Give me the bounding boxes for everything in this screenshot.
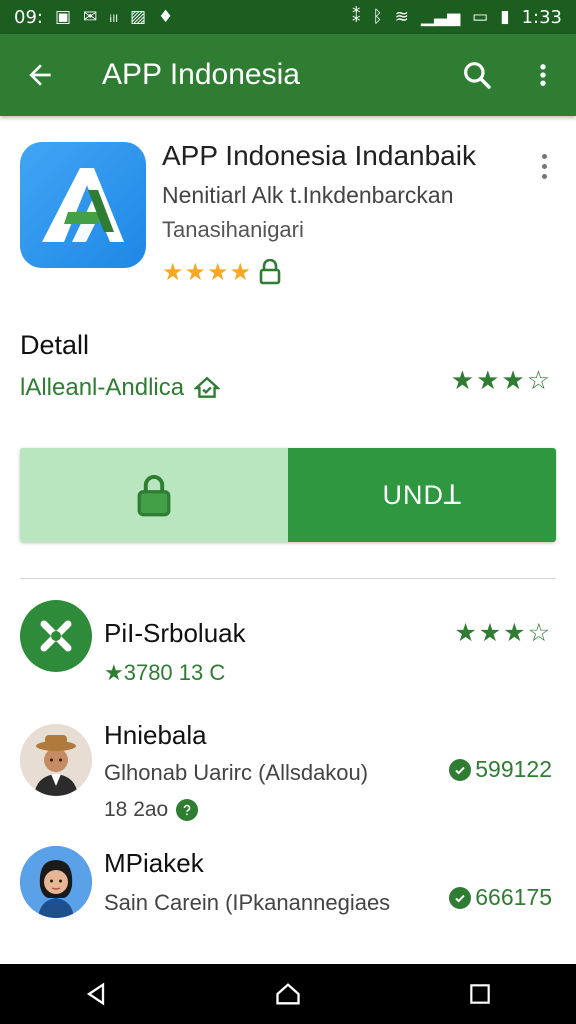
app-developer: Nenitiarl Alk t.Inkdenbarckan — [162, 182, 454, 208]
x-logo-icon — [20, 600, 92, 672]
status-right: ⁑ ᛒ ≋ ▁▃▅ ▭ ▮ 1:33 — [352, 7, 562, 28]
nav-recents-icon — [470, 984, 490, 1004]
nav-home-icon — [276, 983, 300, 1005]
bluetooth-icon: ᛒ — [372, 7, 383, 27]
app-header: APP Indonesia Indanbaik Nenitiarl Alk t.… — [0, 116, 576, 316]
nav-back-button[interactable] — [61, 964, 131, 1024]
list-item-title: Hniebala — [104, 720, 207, 750]
more-options-button[interactable] — [510, 34, 576, 116]
signal-icon: ▁▃▅ — [420, 7, 461, 27]
detail-subtitle-text: lAlleanl-Andlica — [20, 374, 185, 401]
verified-badge-icon — [449, 758, 472, 781]
list-item-count-text: 599122 — [475, 756, 552, 782]
status-time: 1:33 — [521, 6, 562, 28]
system-nav-bar — [0, 964, 576, 1024]
lock-icon — [259, 259, 281, 285]
install-button[interactable]: UNDꓕ — [288, 448, 556, 542]
list-item[interactable]: Hniebala Glhonab Uarirc (Allsdakou) 18 2… — [0, 720, 576, 840]
overflow-dot-icon — [541, 163, 547, 169]
status-left-text: 09: — [14, 6, 43, 28]
list-item-count: 666175 — [449, 884, 552, 911]
person-avatar-hat — [20, 724, 92, 796]
signal-text-icon: ᵢₗₗ — [109, 7, 118, 27]
verified-badge-icon — [449, 886, 472, 909]
detail-rating: ★★★☆ — [450, 366, 552, 396]
vibrate-icon: ⁑ — [351, 7, 361, 27]
sim-icon: ▮ — [500, 7, 510, 27]
app-bar-title: APP Indonesia — [102, 58, 300, 91]
list-item-title: PiI-Srboluak — [104, 618, 246, 648]
image-icon: ▨ — [129, 7, 147, 27]
lock-button[interactable] — [20, 448, 288, 542]
search-icon — [464, 62, 491, 89]
overflow-dot-icon — [541, 153, 547, 159]
detail-heading: Detall — [20, 330, 90, 360]
list-item-count-text: 666175 — [475, 884, 552, 910]
rating-stars: ★★★★ — [162, 258, 253, 286]
list-item-rating: ★★★☆ — [454, 618, 552, 647]
action-row: UNDꓕ — [20, 448, 556, 542]
shield-icon: ♦ — [158, 7, 174, 27]
app-logo[interactable] — [20, 142, 146, 268]
back-button[interactable] — [0, 34, 80, 116]
app-overflow-menu[interactable] — [532, 146, 556, 186]
notification-icon: ▣ — [54, 7, 72, 27]
home-badge-icon — [194, 376, 221, 398]
person-avatar-woman — [20, 846, 92, 918]
list-item[interactable]: PiI-Srboluak ★3780 13 C ★★★☆ — [0, 596, 576, 716]
nav-recents-button[interactable] — [445, 964, 515, 1024]
status-left: 09: ▣ ✉ ᵢₗₗ ▨ ♦ — [14, 7, 173, 28]
app-category: Tanasihanigari — [162, 217, 304, 242]
app-logo-icon — [42, 168, 124, 242]
arrow-left-icon — [29, 64, 51, 86]
nav-home-button[interactable] — [253, 964, 323, 1024]
list-item-subtitle: ★3780 13 C — [104, 660, 226, 685]
list-item-subtitle: Glhonab Uarirc (Allsdakou) — [104, 760, 369, 785]
list-item-extra-text: 18 2ao — [104, 798, 169, 821]
app-title: APP Indonesia Indanbaik — [162, 140, 476, 171]
list-item-title: MPiakek — [104, 848, 204, 878]
search-button[interactable] — [444, 34, 510, 116]
status-bar: 09: ▣ ✉ ᵢₗₗ ▨ ♦ ⁑ ᛒ ≋ ▁▃▅ ▭ ▮ 1:33 — [0, 0, 576, 34]
list-item[interactable]: MPiakek Sain Carein (IPkanannegiaes 6661… — [0, 844, 576, 964]
wifi-icon: ≋ — [394, 7, 409, 27]
app-rating: ★★★★ — [162, 258, 282, 286]
detail-subtitle[interactable]: lAlleanl-Andlica — [20, 374, 221, 402]
help-badge-icon — [176, 799, 199, 821]
nav-back-icon — [86, 982, 105, 1006]
section-divider — [20, 578, 556, 579]
overflow-dot-icon — [541, 173, 547, 179]
list-item-extra: 18 2ao — [104, 798, 199, 822]
mail-icon: ✉ — [83, 7, 98, 27]
list-item-count: 599122 — [449, 756, 552, 783]
battery-icon: ▭ — [472, 7, 489, 27]
app-bar: APP Indonesia — [0, 34, 576, 116]
list-item-subtitle: Sain Carein (IPkanannegiaes — [104, 890, 391, 915]
lock-icon — [137, 475, 171, 517]
more-vert-icon — [540, 64, 546, 86]
